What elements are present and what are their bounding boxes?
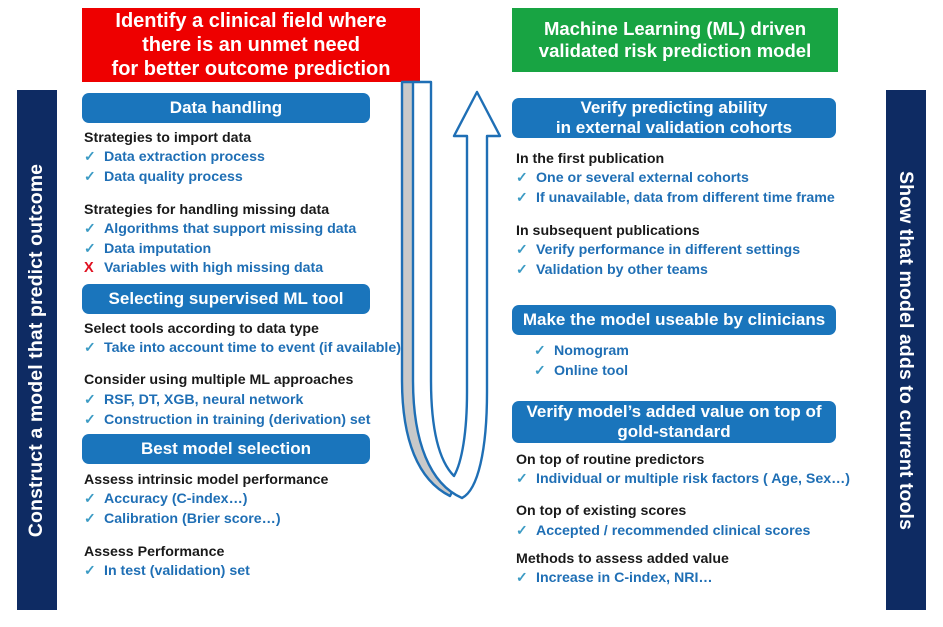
list-item: ✓ In test (validation) set	[84, 561, 250, 579]
block-verify-added-value-body: On top of routine predictors ✓ Individua…	[516, 453, 856, 590]
banner-start-line1: Identify a clinical field where	[115, 10, 387, 32]
sidebar-left-label: Construct a model that predict outcome	[25, 163, 48, 537]
u-shaped-process-arrow	[400, 80, 502, 500]
group-title: Assess Performance	[84, 543, 225, 560]
check-icon: ✓	[84, 510, 96, 527]
check-icon: ✓	[84, 219, 96, 236]
banner-end-line1: Machine Learning (ML) driven	[543, 17, 807, 39]
block-make-model-useable-body: ✓ Nomogram ✓ Online tool	[534, 343, 834, 383]
group-title: Methods to assess added value	[516, 550, 729, 567]
check-icon: ✓	[516, 521, 528, 538]
check-icon: ✓	[516, 569, 528, 586]
check-icon: ✓	[534, 362, 546, 379]
arrow-ascending-limb-with-head	[411, 80, 502, 500]
check-icon: ✓	[516, 470, 528, 487]
list-item: ✓ Data extraction process	[84, 148, 265, 166]
list-item: ✓ Accepted / recommended clinical scores	[516, 521, 811, 539]
group-title: Consider using multiple ML approaches	[84, 372, 354, 389]
list-item: ✓ Construction in training (derivation) …	[84, 410, 371, 428]
section-header-make-model-useable: Make the model useable by clinicians	[512, 305, 836, 335]
block-selecting-ml-tool-body: Select tools according to data type ✓ Ta…	[84, 321, 401, 432]
group-title: Select tools according to data type	[84, 321, 319, 337]
group-title: Assess intrinsic model performance	[84, 472, 329, 488]
block-external-validation-body: In the first publication ✓ One or severa…	[516, 152, 846, 282]
check-icon: ✓	[516, 169, 528, 186]
list-item: ✓ Data imputation	[84, 240, 212, 258]
list-item: ✓ Verify performance in different settin…	[516, 240, 801, 258]
list-item: ✓ Take into account time to event (if av…	[84, 339, 401, 357]
sidebar-right-label: Show that model adds to current tools	[895, 170, 918, 530]
banner-end-line2: validated risk prediction model	[538, 40, 812, 61]
group-title: On top of routine predictors	[516, 452, 705, 468]
group-title: In the first publication	[516, 151, 665, 167]
list-item: ✓ One or several external cohorts	[516, 169, 749, 187]
list-item: ✓ Individual or multiple risk factors ( …	[516, 470, 851, 488]
group-title: Strategies to import data	[84, 130, 252, 146]
check-icon: ✓	[84, 168, 96, 185]
list-item: X Variables with high missing data	[84, 260, 324, 277]
check-icon: ✓	[84, 410, 96, 427]
sidebar-right-show-added-value: Show that model adds to current tools	[886, 90, 926, 610]
check-icon: ✓	[84, 561, 96, 578]
check-icon: ✓	[516, 240, 528, 257]
group-title: On top of existing scores	[516, 503, 687, 520]
list-item: ✓ Nomogram	[534, 342, 629, 359]
list-item: ✓ If unavailable, data from different ti…	[516, 189, 835, 207]
check-icon: ✓	[84, 339, 96, 356]
section-header-verify-predicting-ability: Verify predicting ability in external va…	[512, 98, 836, 138]
sidebar-left-construct-model: Construct a model that predict outcome	[17, 90, 57, 610]
list-item: ✓ Calibration (Brier score…)	[84, 510, 281, 528]
group-title: In subsequent publications	[516, 222, 700, 239]
check-icon: ✓	[516, 261, 528, 278]
check-icon: ✓	[84, 390, 96, 407]
group-title: Strategies for handling missing data	[84, 201, 330, 218]
list-item: ✓ RSF, DT, XGB, neural network	[84, 390, 304, 408]
list-item: ✓ Data quality process	[84, 168, 243, 186]
banner-start-line3: for better outcome prediction	[111, 58, 391, 80]
check-icon: ✓	[84, 148, 96, 165]
block-data-handling-body: Strategies to import data ✓ Data extract…	[84, 131, 384, 281]
list-item: ✓ Validation by other teams	[516, 261, 708, 279]
section-header-best-model-selection: Best model selection	[82, 434, 370, 464]
check-icon: ✓	[84, 490, 96, 507]
block-best-model-selection-body: Assess intrinsic model performance ✓ Acc…	[84, 473, 384, 583]
section-header-selecting-supervised-ml-tool: Selecting supervised ML tool	[82, 284, 370, 314]
check-icon: ✓	[84, 240, 96, 257]
check-icon: ✓	[516, 189, 528, 206]
banner-start-line2: there is an unmet need	[142, 34, 360, 56]
list-item: ✓ Accuracy (C-index…)	[84, 490, 248, 508]
cross-icon: X	[84, 260, 94, 277]
list-item: ✓ Increase in C-index, NRI…	[516, 569, 713, 587]
section-header-data-handling: Data handling	[82, 93, 370, 123]
banner-start-identify-clinical-field: Identify a clinical field where there is…	[82, 8, 420, 82]
section-header-verify-added-value: Verify model’s added value on top of gol…	[512, 401, 836, 443]
list-item: ✓ Algorithms that support missing data	[84, 219, 357, 237]
list-item: ✓ Online tool	[534, 362, 629, 380]
diagram-canvas: Construct a model that predict outcome S…	[0, 0, 943, 627]
check-icon: ✓	[534, 342, 546, 358]
banner-end-ml-driven-model: Machine Learning (ML) driven validated r…	[512, 8, 838, 72]
